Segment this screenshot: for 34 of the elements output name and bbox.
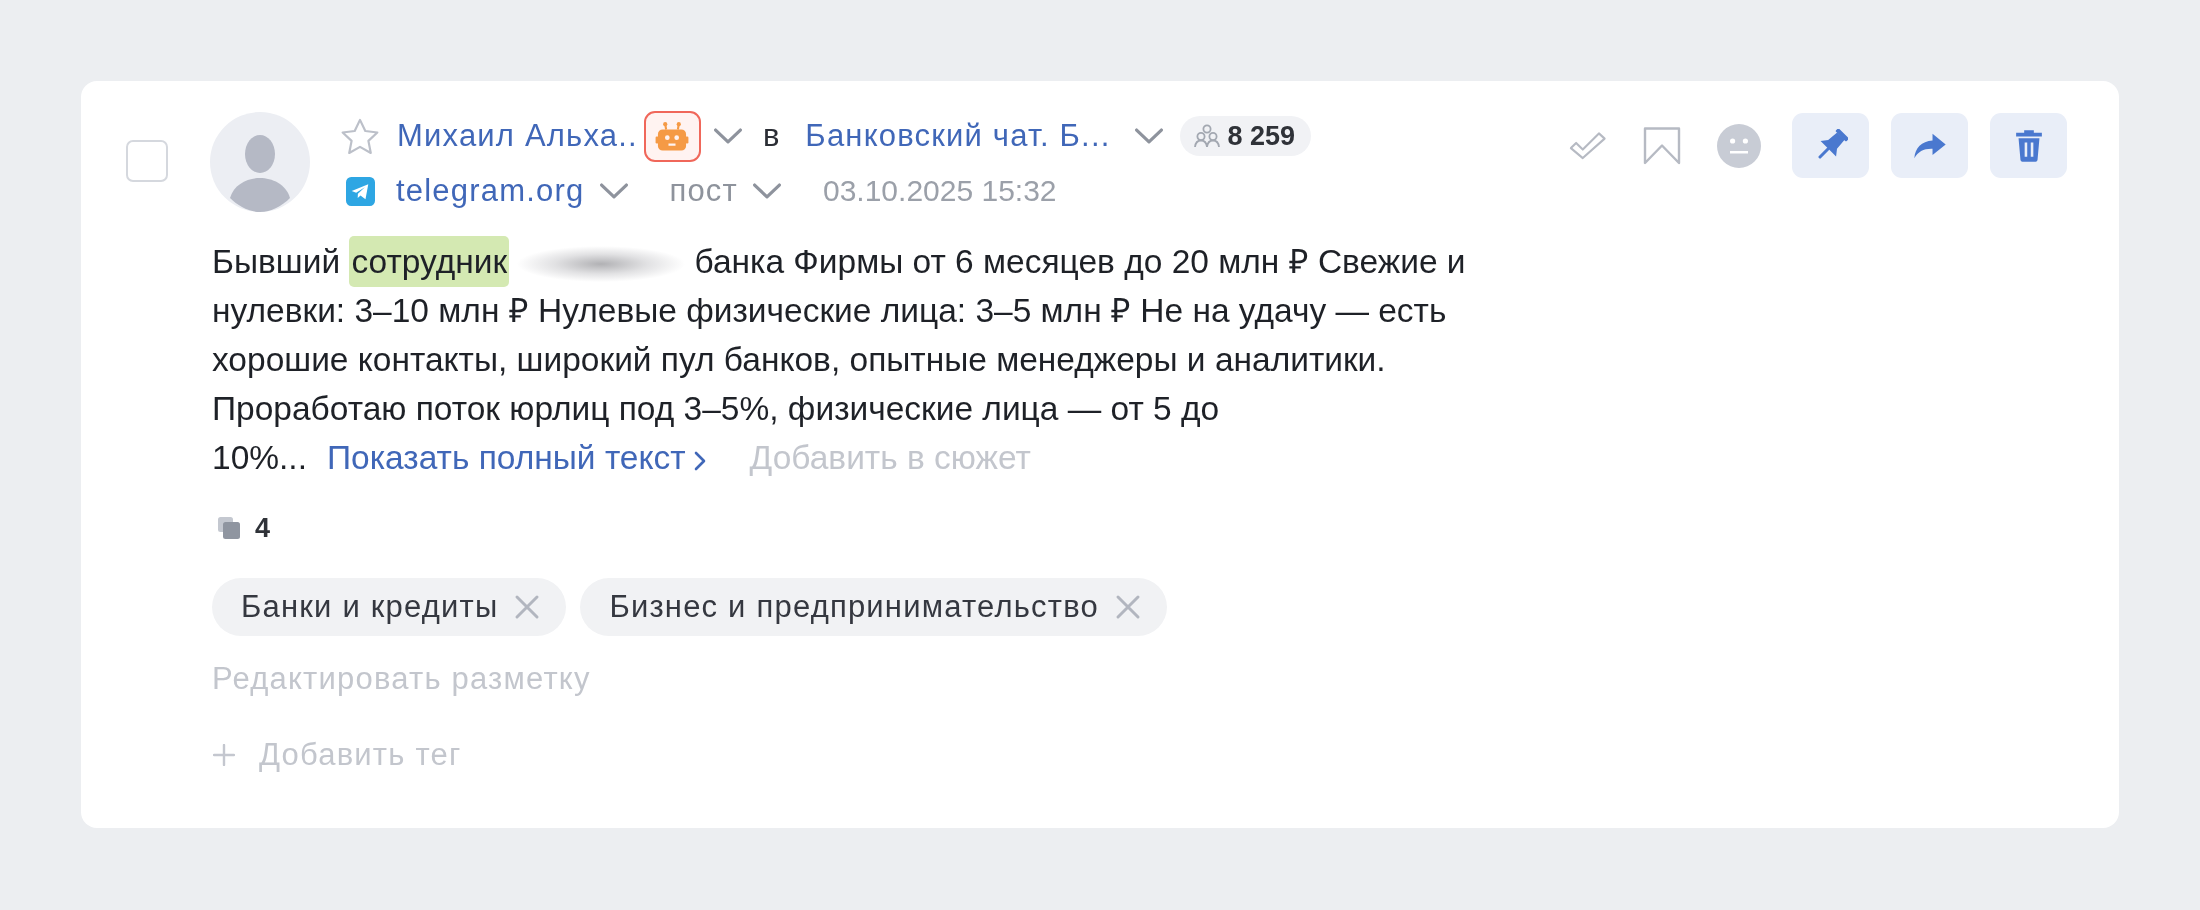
show-full-text-link[interactable]: Показать полный текст xyxy=(327,439,706,476)
check-icon[interactable] xyxy=(1569,131,1607,160)
delete-button[interactable] xyxy=(1990,113,2067,178)
post-type-dropdown[interactable]: пост xyxy=(669,173,738,209)
select-checkbox[interactable] xyxy=(126,140,168,182)
chevron-icon[interactable] xyxy=(600,183,629,199)
pin-button[interactable] xyxy=(1792,113,1869,178)
tag-label: Бизнес и предпринимательство xyxy=(609,589,1099,625)
share-icon xyxy=(1913,132,1946,159)
telegram-icon xyxy=(346,176,375,206)
neutral-face-icon[interactable] xyxy=(1717,123,1761,168)
author-name-link[interactable]: Михаил Альха.. xyxy=(397,118,638,154)
post-date: 03.10.2025 15:32 xyxy=(822,174,1057,208)
copies-icon xyxy=(217,516,241,540)
share-button[interactable] xyxy=(1891,113,1968,178)
duplicate-count: 4 xyxy=(255,512,271,544)
bookmark-icon[interactable] xyxy=(1643,126,1681,165)
remove-tag-icon[interactable] xyxy=(1114,594,1141,620)
avatar-icon xyxy=(210,112,310,212)
chevron-right-icon xyxy=(693,451,706,471)
tag-label: Банки и кредиты xyxy=(241,589,499,625)
chevron-icon[interactable] xyxy=(752,183,781,199)
in-label: в xyxy=(762,118,780,154)
source-link[interactable]: telegram.org xyxy=(396,173,585,209)
plus-icon xyxy=(213,744,235,766)
chevron-icon[interactable] xyxy=(713,128,742,144)
member-count: 8 259 xyxy=(1227,120,1296,152)
post-text: Бывший сотрудник банка Фирмы от 6 месяцев до 20 млн ₽ Свежие и нулевки: 3–10 млн ₽ Нулевые физические лица: 3–5 млн ₽ Не на удачу — есть хорошие контакты, широкий пул банков, опытные менеджеры и аналитики. Проработаю поток юрлиц под 3–5%, физические лица — от 5 до 10%... Показать полный текст Добавить в сюжет xyxy=(212,237,1582,482)
chevron-icon[interactable] xyxy=(1134,128,1163,144)
members-icon xyxy=(1193,124,1220,148)
remove-tag-icon[interactable] xyxy=(514,594,541,620)
channel-name-link[interactable]: Банковский чат. Б... xyxy=(805,118,1111,154)
trash-icon xyxy=(2014,129,2043,162)
star-icon[interactable] xyxy=(341,117,379,155)
